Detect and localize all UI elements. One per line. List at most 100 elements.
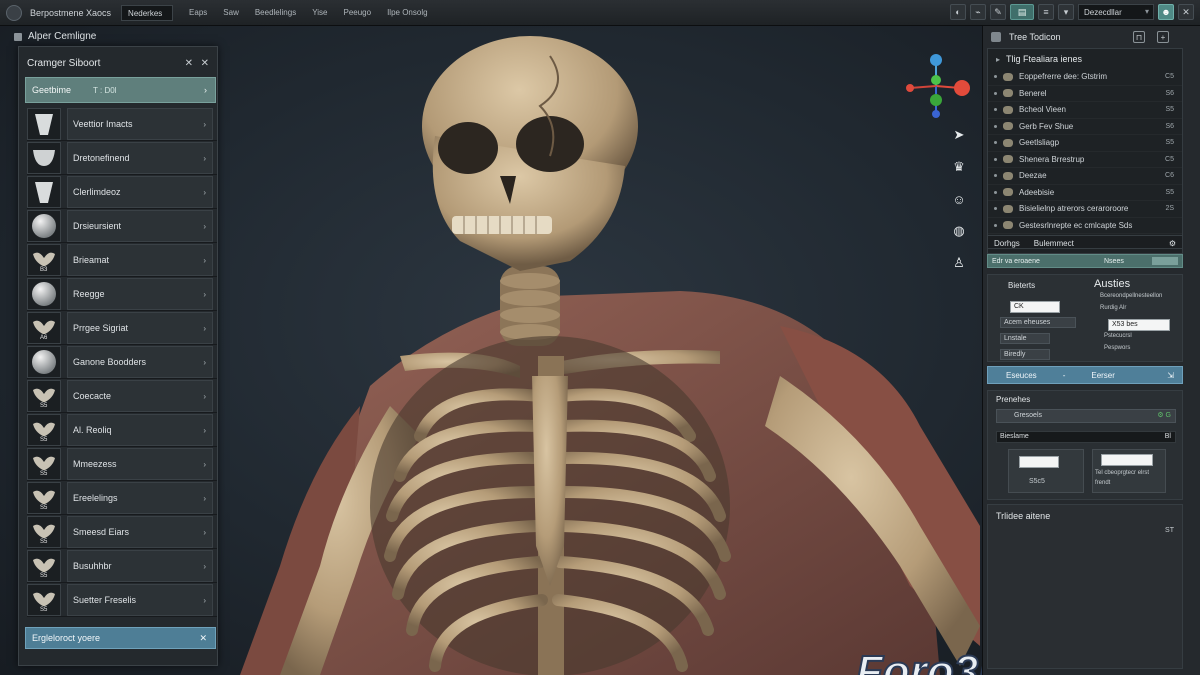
list-item[interactable]: Drsieursient › bbox=[27, 209, 217, 243]
chevron-right-icon[interactable]: › bbox=[203, 290, 206, 299]
list-item-label-box[interactable]: Brieamat › bbox=[67, 244, 213, 276]
menu-item-2[interactable]: Saw bbox=[215, 8, 247, 17]
list-item-label-box[interactable]: Clerlimdeoz › bbox=[67, 176, 213, 208]
blue-action-bar[interactable]: Eseuces - Eerser ⇲ bbox=[987, 366, 1183, 384]
chevron-right-icon[interactable]: › bbox=[203, 358, 206, 367]
list-item-label-box[interactable]: Mmeezess › bbox=[67, 448, 213, 480]
list-item-label-box[interactable]: Drsieursient › bbox=[67, 210, 213, 242]
chevron-right-icon[interactable]: › bbox=[203, 154, 206, 163]
list-item[interactable]: S5 Busuhhbr › bbox=[27, 549, 217, 583]
teal-slider[interactable] bbox=[1152, 257, 1178, 265]
list-item-label-box[interactable]: Reegge › bbox=[67, 278, 213, 310]
skeleton-model[interactable] bbox=[220, 26, 980, 675]
chevron-right-icon[interactable]: › bbox=[203, 562, 206, 571]
chevron-right-icon[interactable]: › bbox=[203, 222, 206, 231]
list-item[interactable]: B3 Brieamat › bbox=[27, 243, 217, 277]
close-panel-icon[interactable]: ✕ bbox=[201, 58, 209, 69]
layer-bar[interactable]: Dorhgs Bulemmect ⚙ bbox=[987, 235, 1183, 249]
attribute-field-5[interactable]: Biredly bbox=[1000, 349, 1050, 360]
list-item-label-box[interactable]: Coecacte › bbox=[67, 380, 213, 412]
list-item[interactable]: S5 Coecacte › bbox=[27, 379, 217, 413]
attribute-field-4[interactable]: Lnstale bbox=[1000, 333, 1050, 344]
chevron-right-icon[interactable]: › bbox=[203, 460, 206, 469]
close-icon[interactable]: ✕ bbox=[185, 58, 193, 69]
panel-footer-button[interactable]: Ergleloroct yoere ✕ bbox=[25, 627, 216, 649]
cursor-tool-icon[interactable]: ➤ bbox=[950, 126, 968, 144]
presets-bar[interactable]: Bieslame Bl bbox=[996, 431, 1176, 443]
teal-toolbar-bar[interactable]: Edr va eroaene Nsees bbox=[987, 254, 1183, 268]
outliner-row[interactable]: Gestesrlnrepte ec cmlcapte Sds bbox=[988, 218, 1182, 234]
menu-item-1[interactable]: Eaps bbox=[181, 8, 215, 17]
list-item-label-box[interactable]: Smeesd Eiars › bbox=[67, 516, 213, 548]
list-item-label-box[interactable]: Veettior Imacts › bbox=[67, 108, 213, 140]
list-item-label-box[interactable]: Al. Reoliq › bbox=[67, 414, 213, 446]
outliner-row[interactable]: Bcheol Vieen S5 bbox=[988, 102, 1182, 119]
workspace-dropdown[interactable]: Dezecdllar bbox=[1078, 4, 1154, 20]
list-item[interactable]: S5 Suetter Freselis › bbox=[27, 583, 217, 617]
list-item-label-box[interactable]: Ereelelings › bbox=[67, 482, 213, 514]
outliner-row[interactable]: Benerel S6 bbox=[988, 86, 1182, 102]
preset-left-input[interactable] bbox=[1019, 456, 1059, 468]
close-icon[interactable]: ✕ bbox=[199, 633, 207, 644]
chevron-right-icon[interactable]: › bbox=[203, 256, 206, 265]
list-item[interactable]: Ganone Boodders › bbox=[27, 345, 217, 379]
category-selector[interactable]: Geetbime T : D0l › bbox=[25, 77, 216, 103]
axis-gizmo[interactable] bbox=[900, 40, 970, 120]
list-item[interactable]: Veettior Imacts › bbox=[27, 107, 217, 141]
figure-icon[interactable]: ♙ bbox=[950, 254, 968, 272]
outliner-row[interactable]: Eoppefrerre dee: Gtstrim C5 bbox=[988, 69, 1182, 86]
preset-right-box[interactable]: Tel cbeoprgtecr elrst frendt bbox=[1092, 449, 1166, 493]
outliner-row[interactable]: Shenera Brrestrup C5 bbox=[988, 152, 1182, 168]
list-item[interactable]: Reegge › bbox=[27, 277, 217, 311]
head-view-icon[interactable]: ☺ bbox=[950, 190, 968, 208]
list-item-label-box[interactable]: Busuhhbr › bbox=[67, 550, 213, 582]
menu-item-6[interactable]: Ilpe Onsolg bbox=[379, 8, 435, 17]
attribute-input-2[interactable]: X53 bes bbox=[1108, 319, 1170, 331]
globe-icon[interactable]: ◍ bbox=[950, 222, 968, 240]
user-icon[interactable]: ☻ bbox=[1158, 4, 1174, 20]
add-icon[interactable]: + bbox=[1157, 31, 1169, 43]
view-mode-toggle[interactable]: ▤ bbox=[1010, 4, 1034, 20]
outliner-row[interactable]: Adeebisie S5 bbox=[988, 185, 1182, 201]
outliner-row[interactable]: Deezae C6 bbox=[988, 168, 1182, 185]
chevron-right-icon[interactable]: › bbox=[203, 188, 206, 197]
list-item[interactable]: Clerlimdeoz › bbox=[27, 175, 217, 209]
list-item-label-box[interactable]: Ganone Boodders › bbox=[67, 346, 213, 378]
gear-icon[interactable]: ⚙ G bbox=[1157, 410, 1171, 422]
gear-icon[interactable]: ⚙ bbox=[1169, 239, 1176, 248]
chevron-right-icon[interactable]: › bbox=[203, 494, 206, 503]
menu-item-4[interactable]: Yise bbox=[304, 8, 335, 17]
menu-dropdown-icon[interactable]: ≡ bbox=[1038, 4, 1054, 20]
chevron-right-icon[interactable]: › bbox=[203, 528, 206, 537]
preset-right-input[interactable] bbox=[1101, 454, 1153, 466]
outliner-row[interactable]: Gerb Fev Shue S6 bbox=[988, 119, 1182, 135]
list-item-label-box[interactable]: Dretonefinend › bbox=[67, 142, 213, 174]
render-icon[interactable]: ◐ bbox=[950, 4, 966, 20]
expand-icon[interactable]: ▾ bbox=[1058, 4, 1074, 20]
chevron-right-icon[interactable]: › bbox=[203, 596, 206, 605]
chevron-right-icon[interactable]: › bbox=[203, 392, 206, 401]
outliner-row[interactable]: Geetlsliagp S5 bbox=[988, 135, 1182, 152]
outliner-row[interactable]: Bisielielnp atrerors ceraroroore 2S bbox=[988, 201, 1182, 218]
menu-item-3[interactable]: Beedlelings bbox=[247, 8, 304, 17]
pen-icon[interactable]: ✎ bbox=[990, 4, 1006, 20]
list-item[interactable]: S5 Mmeezess › bbox=[27, 447, 217, 481]
attribute-field-3[interactable]: Acem eheuses bbox=[1000, 317, 1076, 328]
list-item-label-box[interactable]: Suetter Freselis › bbox=[67, 584, 213, 616]
brush-tool-icon[interactable]: ♛ bbox=[950, 158, 968, 176]
close-window-icon[interactable]: ✕ bbox=[1178, 4, 1194, 20]
list-item[interactable]: S5 Ereelelings › bbox=[27, 481, 217, 515]
attribute-input-1[interactable]: CK bbox=[1010, 301, 1060, 313]
list-item[interactable]: A6 Prrgee Sigriat › bbox=[27, 311, 217, 345]
chevron-right-icon[interactable]: › bbox=[203, 120, 206, 129]
menu-item-5[interactable]: Peeugo bbox=[335, 8, 379, 17]
link-icon[interactable]: ⌁ bbox=[970, 4, 986, 20]
pin-icon[interactable]: ⊓ bbox=[1133, 31, 1145, 43]
list-item[interactable]: Dretonefinend › bbox=[27, 141, 217, 175]
chevron-right-icon[interactable]: › bbox=[203, 426, 206, 435]
list-item[interactable]: S5 Smeesd Eiars › bbox=[27, 515, 217, 549]
expand-icon[interactable]: ⇲ bbox=[1167, 371, 1174, 380]
list-item[interactable]: S5 Al. Reoliq › bbox=[27, 413, 217, 447]
presets-dropdown[interactable]: Gresoels ⚙ G bbox=[996, 409, 1176, 423]
mode-field[interactable]: Nederkes bbox=[121, 4, 174, 21]
